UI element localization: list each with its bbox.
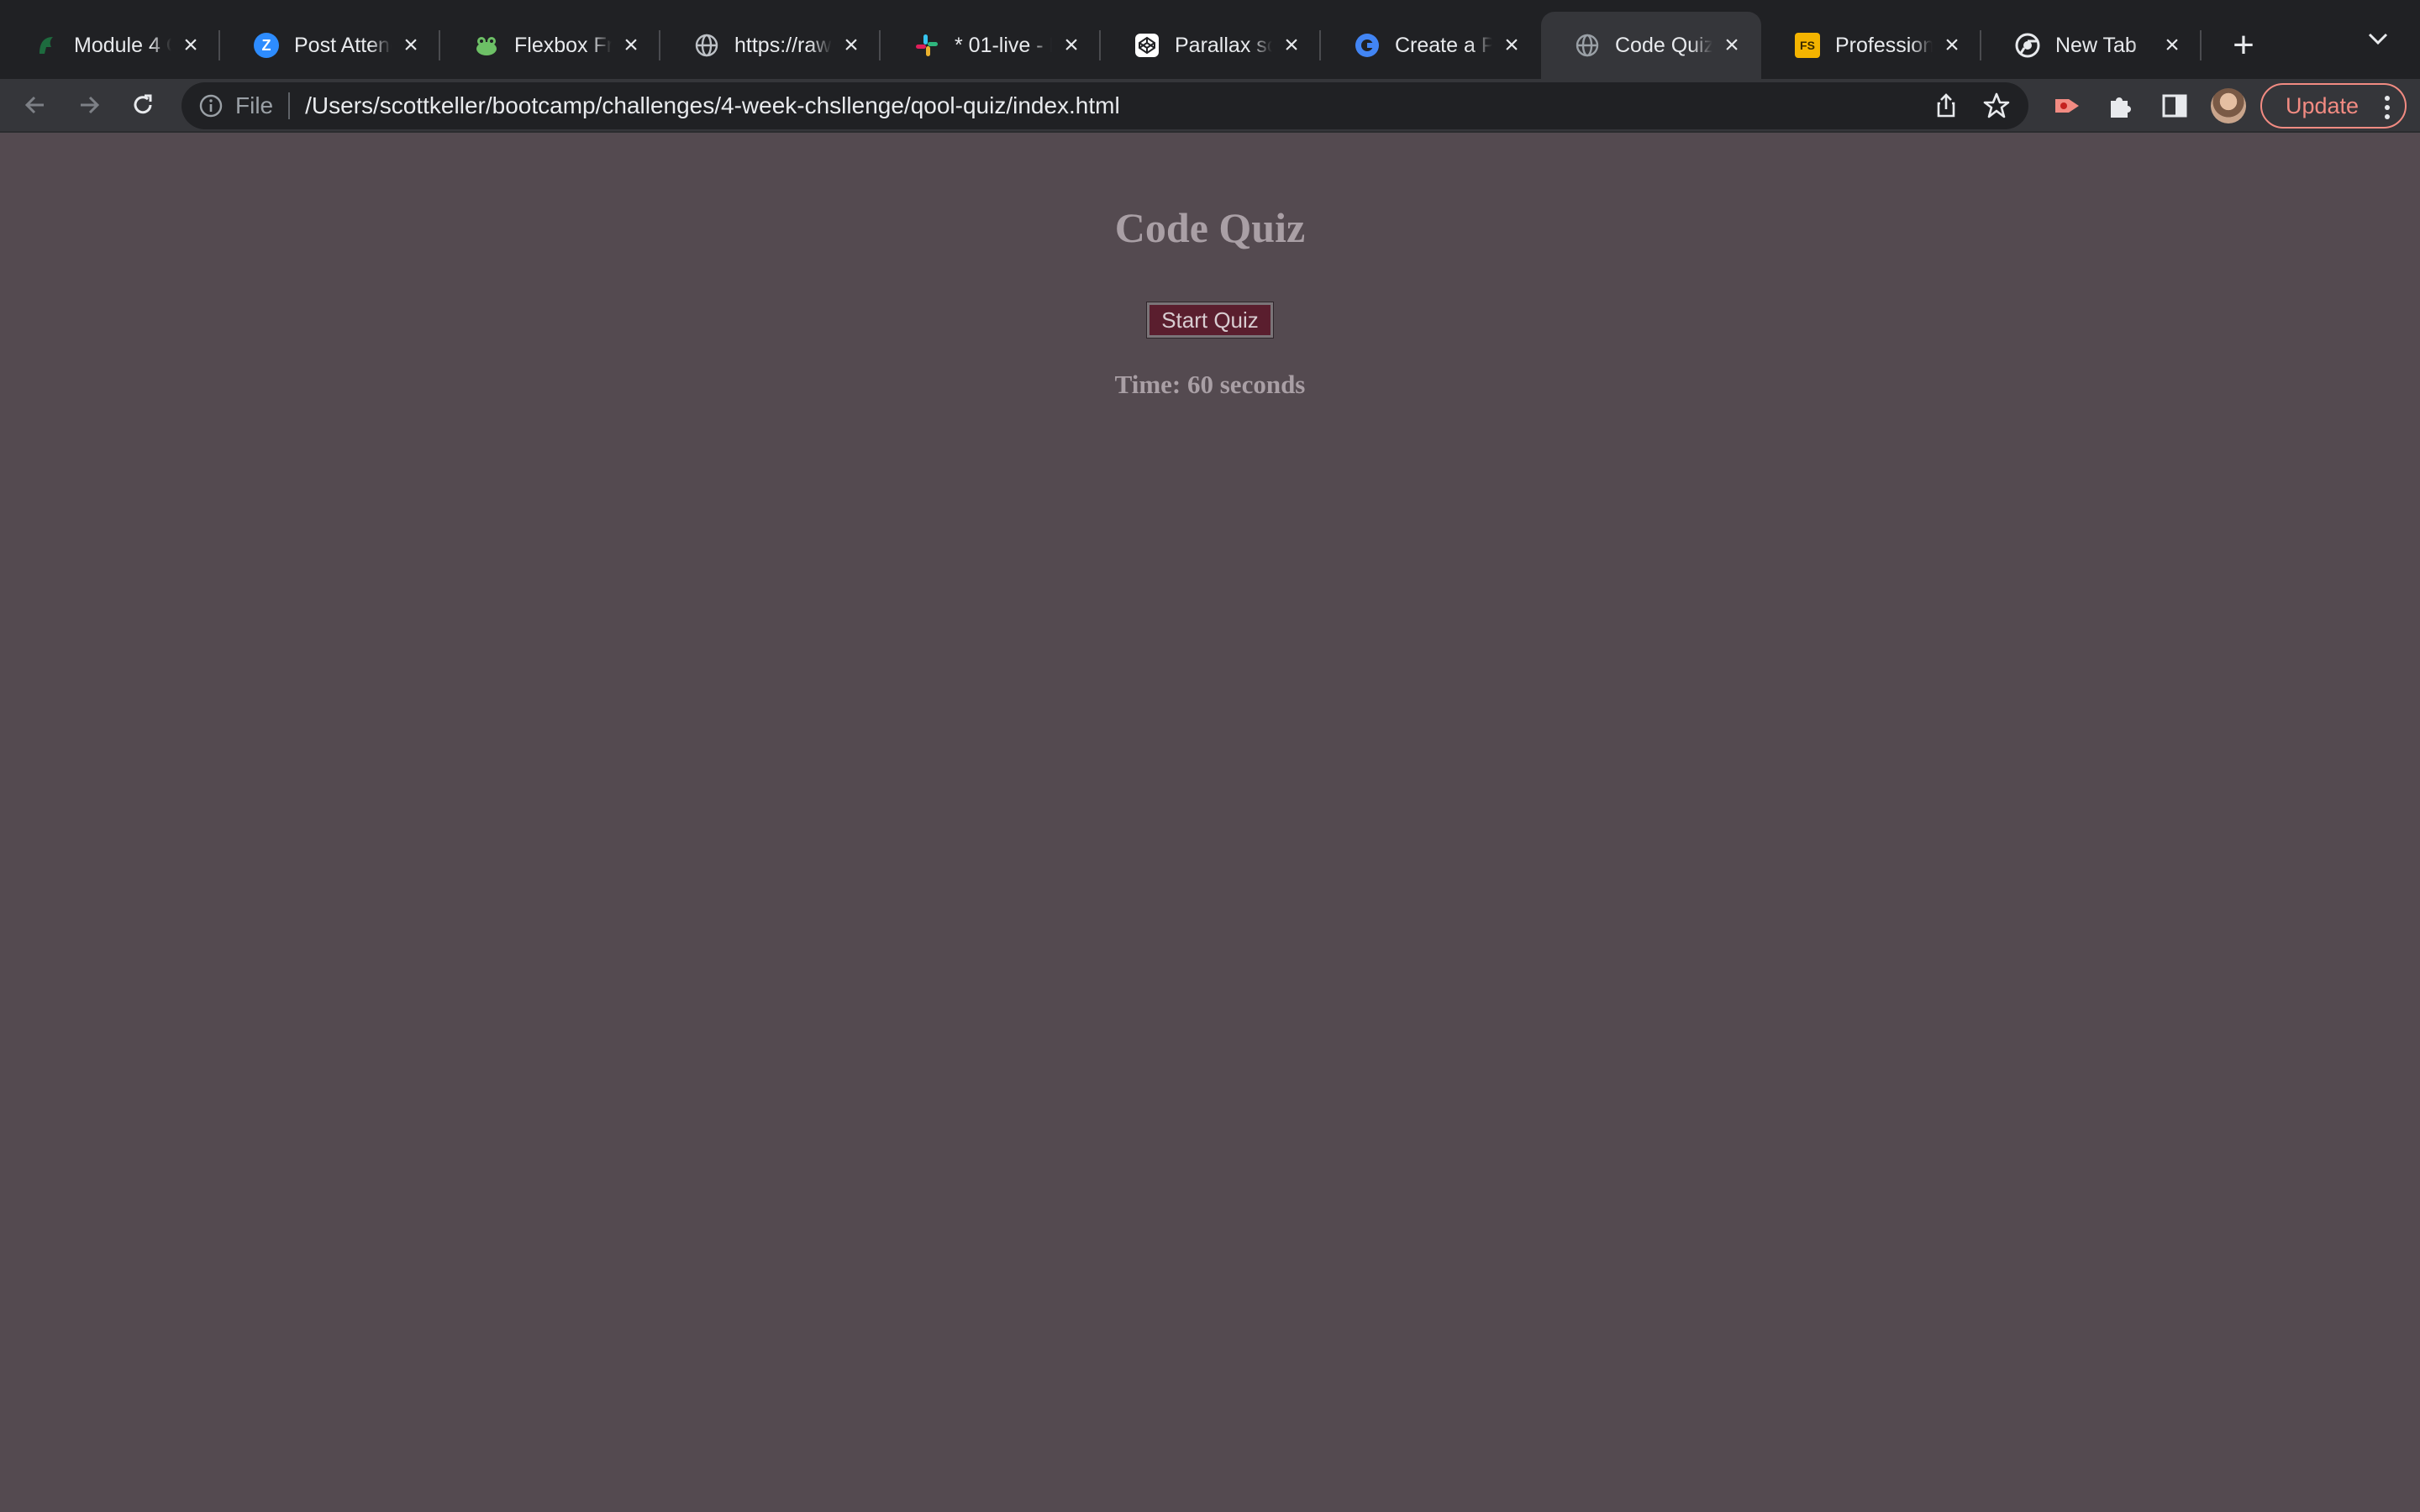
tab-list: Module 4 Challenge × Z Post Attendance ×…: [0, 0, 2269, 79]
omnibox-actions: [1929, 89, 2013, 123]
extensions-button[interactable]: [2097, 82, 2144, 129]
frog-icon: [474, 33, 499, 58]
reload-icon: [134, 94, 152, 114]
tab-parallax-scrolling[interactable]: Parallax scrolling ×: [1101, 12, 1321, 79]
tab-professional-readme[interactable]: FS Professional README ×: [1761, 12, 1981, 79]
tab-module-4[interactable]: Module 4 Challenge ×: [0, 12, 220, 79]
start-quiz-button[interactable]: Start Quiz: [1146, 302, 1274, 339]
globe-icon: [1575, 33, 1600, 58]
tab-title: Parallax scrolling: [1175, 33, 1272, 57]
browser-toolbar: File /Users/scottkeller/bootcamp/challen…: [0, 79, 2420, 133]
close-icon[interactable]: ×: [618, 33, 644, 58]
screen-recorder-extension[interactable]: [2044, 82, 2091, 129]
new-tab-button[interactable]: +: [2218, 20, 2269, 71]
tab-title: Flexbox Froggy: [514, 33, 612, 57]
close-icon[interactable]: ×: [1719, 33, 1744, 58]
fs-icon: FS: [1795, 33, 1820, 58]
slack-icon: [914, 33, 939, 58]
avatar: [2211, 88, 2246, 123]
tab-raw-github[interactable]: https://raw.githubusercontent.com ×: [660, 12, 881, 79]
close-icon[interactable]: ×: [1059, 33, 1084, 58]
close-icon[interactable]: ×: [1499, 33, 1524, 58]
tab-title: https://raw.githubusercontent.com: [734, 33, 832, 57]
tab-title: Create a Parallax: [1395, 33, 1492, 57]
bookmark-star-icon[interactable]: [1980, 89, 2013, 123]
arrow-right-icon: [81, 96, 100, 114]
globe-icon: [694, 33, 719, 58]
chrome-icon: [2015, 33, 2040, 58]
tab-code-quiz[interactable]: Code Quiz ×: [1541, 12, 1761, 79]
tab-create-parallax[interactable]: Create a Parallax ×: [1321, 12, 1541, 79]
tab-flexbox-froggy[interactable]: Flexbox Froggy ×: [440, 12, 660, 79]
back-button[interactable]: [12, 81, 59, 129]
tab-new-tab[interactable]: New Tab ×: [1981, 12, 2202, 79]
omnibox-divider: [288, 92, 291, 119]
tab-title: Post Attendance: [294, 33, 392, 57]
tab-title: New Tab: [2055, 33, 2137, 57]
update-button[interactable]: Update: [2260, 83, 2407, 129]
timer-text: Time: 60 seconds: [1114, 370, 1306, 399]
url-scheme-label: File: [235, 92, 274, 118]
tab-post-attendance[interactable]: Z Post Attendance ×: [220, 12, 440, 79]
spartan-icon: [34, 33, 59, 58]
arrow-left-icon: [24, 96, 44, 114]
close-icon[interactable]: ×: [178, 33, 203, 58]
info-icon[interactable]: [198, 93, 224, 118]
forward-button[interactable]: [66, 81, 113, 129]
tab-slack-01-live[interactable]: * 01-live - Mini-Project ×: [881, 12, 1101, 79]
close-icon[interactable]: ×: [398, 33, 424, 58]
update-label: Update: [2286, 92, 2360, 118]
side-panel-button[interactable]: [2151, 82, 2198, 129]
zoom-icon: Z: [254, 33, 279, 58]
tab-separator: [2200, 30, 2202, 60]
close-icon[interactable]: ×: [2160, 33, 2185, 58]
plus-icon: +: [2233, 24, 2254, 66]
share-icon[interactable]: [1929, 89, 1963, 123]
side-panel-icon: [2162, 94, 2187, 118]
record-icon: [2055, 99, 2079, 113]
toolbar-extensions: [2044, 82, 2252, 129]
chevron-down-icon: [2368, 33, 2388, 45]
address-bar[interactable]: File /Users/scottkeller/bootcamp/challen…: [182, 82, 2028, 129]
tab-search-button[interactable]: [2361, 22, 2395, 55]
close-icon[interactable]: ×: [839, 33, 864, 58]
puzzle-icon: [2111, 97, 2131, 118]
close-icon[interactable]: ×: [1939, 33, 1965, 58]
tab-title: * 01-live - Mini-Project: [955, 33, 1052, 57]
tab-strip: Module 4 Challenge × Z Post Attendance ×…: [0, 0, 2420, 79]
url-text[interactable]: /Users/scottkeller/bootcamp/challenges/4…: [305, 92, 1120, 119]
close-icon[interactable]: ×: [1279, 33, 1304, 58]
tab-title: Module 4 Challenge: [74, 33, 171, 57]
google-icon: [1355, 33, 1380, 58]
page-content: Code Quiz Start Quiz Time: 60 seconds: [0, 133, 2420, 1512]
profile-button[interactable]: [2205, 82, 2252, 129]
codepen-icon: [1134, 33, 1160, 58]
tab-title: Code Quiz: [1615, 33, 1712, 57]
page-title: Code Quiz: [1114, 204, 1306, 251]
tab-title: Professional README: [1835, 33, 1933, 57]
reload-button[interactable]: [119, 81, 166, 129]
more-menu-icon[interactable]: [2383, 93, 2391, 122]
